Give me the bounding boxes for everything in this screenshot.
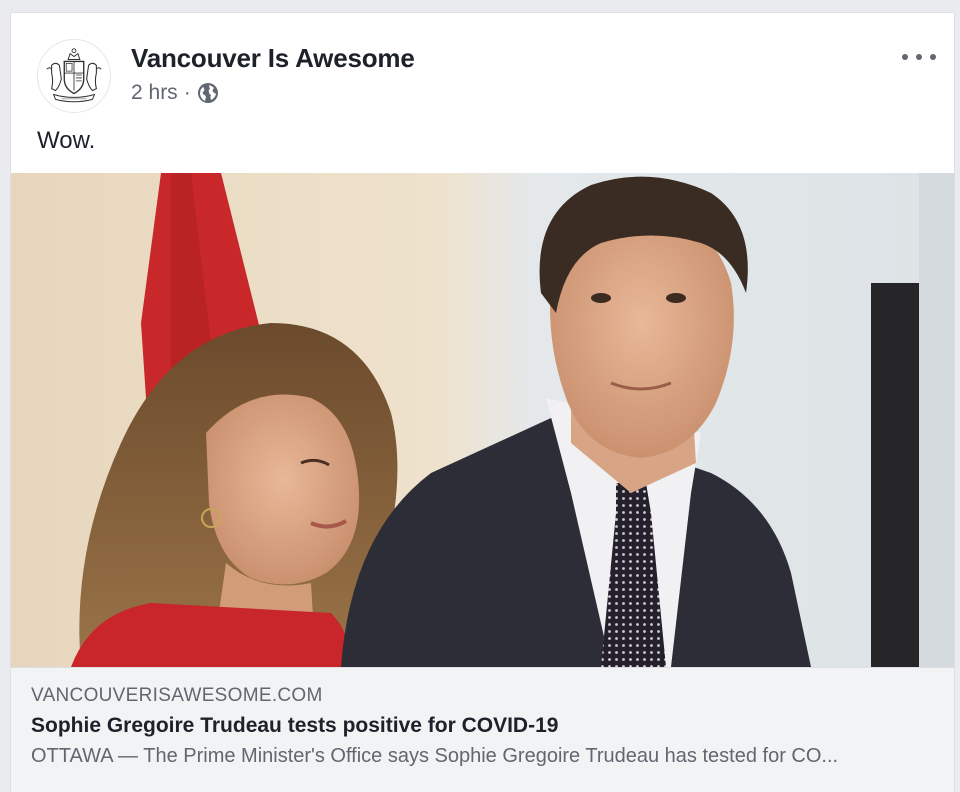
link-preview-info[interactable]: VANCOUVERISAWESOME.COM Sophie Gregoire T… [11,667,954,792]
post-timestamp[interactable]: 2 hrs [131,81,178,105]
page-name-link[interactable]: Vancouver Is Awesome [131,43,415,74]
page-avatar[interactable] [37,39,111,113]
link-preview-image[interactable] [11,173,954,667]
link-domain: VANCOUVERISAWESOME.COM [31,685,323,706]
news-feed-post: Vancouver Is Awesome 2 hrs · Wow. VANCOU… [10,12,955,792]
meta-separator: · [183,81,191,104]
more-dot [902,54,908,60]
link-description: OTTAWA — The Prime Minister's Office say… [31,745,839,767]
more-dot [930,54,936,60]
link-title[interactable]: Sophie Gregoire Trudeau tests positive f… [31,714,558,738]
post-message: Wow. [37,127,96,154]
link-preview-card[interactable]: VANCOUVERISAWESOME.COM Sophie Gregoire T… [11,173,954,792]
post-header: Vancouver Is Awesome 2 hrs · [11,13,954,123]
more-dot [916,54,922,60]
post-meta: 2 hrs · [131,79,219,107]
more-options-icon[interactable] [902,45,936,69]
coat-of-arms-logo [38,40,110,112]
globe-icon[interactable] [197,82,219,104]
